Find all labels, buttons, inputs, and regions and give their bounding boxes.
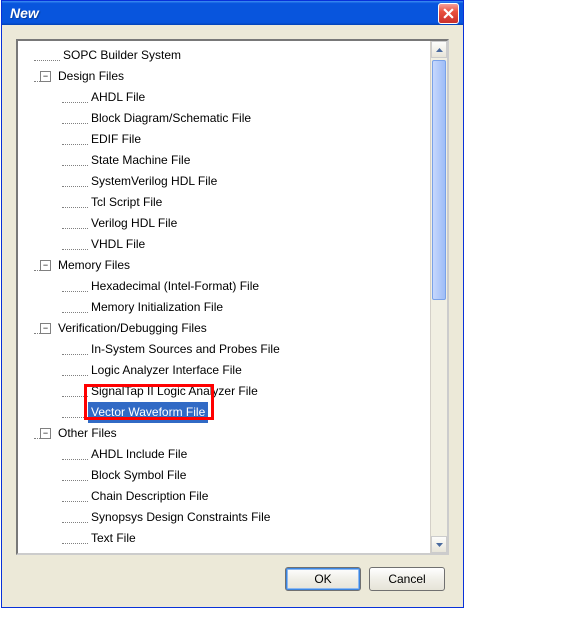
tree-item[interactable]: Block Symbol File: [22, 465, 447, 486]
tree-item[interactable]: Logic Analyzer Interface File: [22, 360, 447, 381]
chevron-down-icon: [436, 543, 443, 547]
tree-item[interactable]: SystemVerilog HDL File: [22, 171, 447, 192]
tree-category[interactable]: −Other Files: [22, 423, 447, 444]
tree-item-label[interactable]: AHDL File: [88, 87, 148, 108]
tree-item-label[interactable]: SystemVerilog HDL File: [88, 171, 220, 192]
tree-item[interactable]: Text File: [22, 528, 447, 549]
tree-item-label[interactable]: VHDL File: [88, 234, 148, 255]
vertical-scrollbar[interactable]: [430, 41, 447, 553]
tree-item[interactable]: AHDL File: [22, 87, 447, 108]
tree-item[interactable]: AHDL Include File: [22, 444, 447, 465]
tree-category[interactable]: −Verification/Debugging Files: [22, 318, 447, 339]
tree-item[interactable]: VHDL File: [22, 234, 447, 255]
tree-item-label[interactable]: Synopsys Design Constraints File: [88, 507, 273, 528]
chevron-up-icon: [436, 48, 443, 52]
scroll-up-button[interactable]: [431, 41, 447, 58]
tree-item[interactable]: Hexadecimal (Intel-Format) File: [22, 276, 447, 297]
tree-item[interactable]: Chain Description File: [22, 486, 447, 507]
tree-category[interactable]: −Memory Files: [22, 255, 447, 276]
tree-item-label[interactable]: Text File: [88, 528, 139, 549]
tree-item-label[interactable]: EDIF File: [88, 129, 144, 150]
tree-item[interactable]: Verilog HDL File: [22, 213, 447, 234]
tree-item-label[interactable]: Logic Analyzer Interface File: [88, 360, 245, 381]
tree-item[interactable]: Vector Waveform File: [22, 402, 447, 423]
tree-item[interactable]: SignalTap II Logic Analyzer File: [22, 381, 447, 402]
ok-button[interactable]: OK: [285, 567, 361, 591]
tree-category-label[interactable]: Verification/Debugging Files: [55, 318, 210, 339]
new-dialog: New SOPC Builder System−Design FilesAHDL…: [1, 0, 464, 608]
titlebar[interactable]: New: [2, 1, 463, 25]
scroll-track[interactable]: [431, 58, 447, 536]
tree-item[interactable]: Tcl Script File: [22, 192, 447, 213]
tree-category[interactable]: −Design Files: [22, 66, 447, 87]
tree-item-label[interactable]: SignalTap II Logic Analyzer File: [88, 381, 261, 402]
tree-item[interactable]: Memory Initialization File: [22, 297, 447, 318]
scroll-thumb[interactable]: [432, 60, 446, 300]
tree-item[interactable]: In-System Sources and Probes File: [22, 339, 447, 360]
tree-item-label[interactable]: Hexadecimal (Intel-Format) File: [88, 276, 262, 297]
file-type-tree[interactable]: SOPC Builder System−Design FilesAHDL Fil…: [18, 41, 447, 553]
cancel-button[interactable]: Cancel: [369, 567, 445, 591]
tree-item-label[interactable]: Verilog HDL File: [88, 213, 180, 234]
expander-icon[interactable]: −: [40, 71, 51, 82]
tree-category-label[interactable]: Memory Files: [55, 255, 133, 276]
tree-item-label[interactable]: In-System Sources and Probes File: [88, 339, 283, 360]
scroll-down-button[interactable]: [431, 536, 447, 553]
tree-container: SOPC Builder System−Design FilesAHDL Fil…: [16, 39, 449, 555]
tree-item-label[interactable]: AHDL Include File: [88, 444, 190, 465]
tree-item[interactable]: EDIF File: [22, 129, 447, 150]
tree-item-label[interactable]: State Machine File: [88, 150, 193, 171]
content-area: SOPC Builder System−Design FilesAHDL Fil…: [2, 25, 463, 607]
button-row: OK Cancel: [16, 555, 449, 593]
tree-item[interactable]: State Machine File: [22, 150, 447, 171]
expander-icon[interactable]: −: [40, 428, 51, 439]
tree-category-label[interactable]: Design Files: [55, 66, 127, 87]
tree-item[interactable]: Block Diagram/Schematic File: [22, 108, 447, 129]
tree-item-label[interactable]: Block Diagram/Schematic File: [88, 108, 254, 129]
close-button[interactable]: [438, 3, 459, 24]
close-icon: [443, 8, 454, 19]
tree-item-label[interactable]: Tcl Script File: [88, 192, 165, 213]
expander-icon[interactable]: −: [40, 323, 51, 334]
expander-icon[interactable]: −: [40, 260, 51, 271]
tree-category-label[interactable]: Other Files: [55, 423, 120, 444]
tree-item[interactable]: SOPC Builder System: [22, 45, 447, 66]
tree-item[interactable]: Synopsys Design Constraints File: [22, 507, 447, 528]
tree-item-label[interactable]: Memory Initialization File: [88, 297, 226, 318]
window-title: New: [10, 5, 39, 21]
tree-item-label[interactable]: Vector Waveform File: [88, 402, 208, 423]
tree-item-label[interactable]: SOPC Builder System: [60, 45, 184, 66]
tree-item-label[interactable]: Block Symbol File: [88, 465, 189, 486]
tree-item-label[interactable]: Chain Description File: [88, 486, 211, 507]
